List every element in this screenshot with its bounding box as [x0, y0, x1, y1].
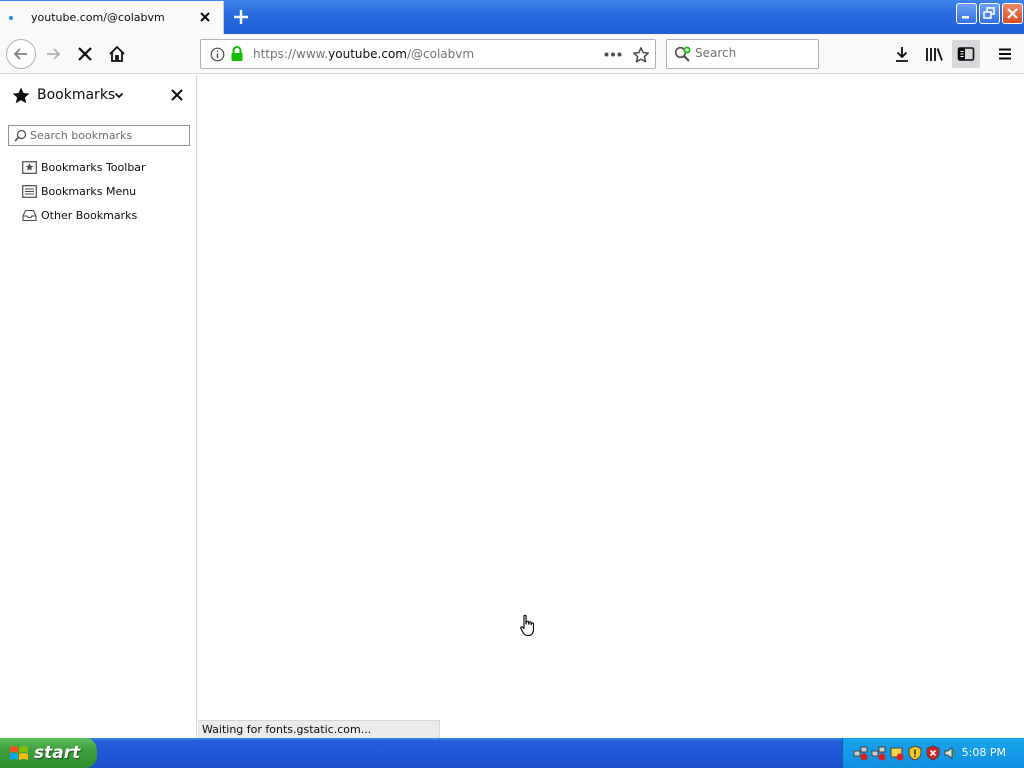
new-tab-button[interactable] — [230, 6, 252, 28]
system-tray: 5:08 PM — [842, 738, 1024, 768]
taskbar: start 5:08 PM — [0, 738, 1024, 768]
close-window-button[interactable] — [1002, 3, 1023, 24]
other-bookmarks-icon — [22, 209, 37, 221]
bookmarks-menu-icon — [22, 184, 37, 198]
taskbar-clock[interactable]: 5:08 PM — [962, 746, 1006, 759]
hand-cursor-icon — [520, 614, 535, 637]
minimize-button[interactable] — [956, 3, 977, 24]
windows-logo-icon — [10, 746, 28, 760]
navigation-toolbar: https://www.youtube.com/@colabvm — [0, 34, 1024, 74]
start-button[interactable]: start — [0, 738, 97, 768]
status-panel: Waiting for fonts.gstatic.com... — [198, 720, 440, 738]
url-prefix: https://www. — [253, 47, 329, 61]
back-arrow-icon — [13, 48, 27, 60]
start-label: start — [34, 743, 81, 763]
lock-icon[interactable] — [230, 46, 244, 62]
hamburger-menu-icon — [999, 48, 1011, 60]
bookmarks-search-input[interactable] — [30, 129, 185, 142]
home-icon — [109, 45, 125, 62]
sidebar-title[interactable]: Bookmarks — [37, 87, 115, 103]
bookmark-star-icon[interactable] — [632, 46, 650, 64]
bookmark-folder-toolbar[interactable]: Bookmarks Toolbar — [22, 157, 146, 177]
updates-tray-icon[interactable] — [889, 745, 905, 761]
chevron-down-icon[interactable] — [114, 92, 124, 99]
library-button[interactable] — [920, 40, 948, 68]
network-tray-icon[interactable] — [853, 745, 869, 761]
sidebar-icon — [957, 47, 975, 61]
page-actions-icon[interactable] — [604, 52, 622, 57]
shield-tray-icon[interactable] — [907, 745, 923, 761]
library-icon — [926, 48, 943, 61]
info-icon[interactable] — [210, 47, 225, 62]
menu-button[interactable] — [991, 40, 1019, 68]
close-sidebar-icon[interactable] — [170, 88, 184, 102]
tab-title: youtube.com/@colabvm — [31, 11, 165, 24]
network-tray-icon-2[interactable] — [871, 745, 887, 761]
star-icon — [12, 87, 30, 104]
bookmarks-search[interactable] — [8, 125, 190, 146]
volume-tray-icon[interactable] — [943, 745, 959, 761]
sidebar-header: Bookmarks — [0, 75, 197, 115]
download-icon — [896, 47, 908, 62]
tab-youtube[interactable]: youtube.com/@colabvm — [0, 1, 224, 34]
url-bar[interactable]: https://www.youtube.com/@colabvm — [200, 39, 656, 69]
bookmark-folder-label: Bookmarks Menu — [41, 184, 137, 198]
tab-loading-icon — [9, 15, 13, 20]
search-input[interactable] — [695, 46, 813, 60]
title-bar: youtube.com/@colabvm — [0, 0, 1024, 34]
bookmark-folder-menu[interactable]: Bookmarks Menu — [22, 181, 136, 201]
search-bar[interactable] — [666, 39, 819, 69]
stop-button[interactable] — [71, 40, 99, 68]
close-tab-icon[interactable] — [197, 9, 213, 25]
url-text: https://www.youtube.com/@colabvm — [253, 47, 474, 61]
page-content[interactable] — [198, 75, 1024, 738]
downloads-button[interactable] — [888, 40, 916, 68]
search-icon — [14, 129, 27, 142]
search-engine-icon[interactable] — [674, 46, 692, 63]
url-path: /@colabvm — [406, 47, 475, 61]
home-button[interactable] — [103, 40, 131, 68]
back-button[interactable] — [6, 39, 36, 69]
stop-icon — [78, 47, 92, 61]
security-center-tray-icon[interactable] — [925, 745, 941, 761]
bookmark-folder-label: Bookmarks Toolbar — [41, 160, 146, 174]
bookmarks-sidebar: Bookmarks Bookmarks Toolbar Bookmarks Me… — [0, 75, 197, 738]
forward-button[interactable] — [39, 40, 67, 68]
bookmark-folder-other[interactable]: Other Bookmarks — [22, 205, 137, 225]
sidebar-toggle-button[interactable] — [952, 40, 980, 68]
bookmark-folder-label: Other Bookmarks — [41, 208, 138, 222]
restore-button[interactable] — [979, 3, 1000, 24]
url-host: youtube.com — [328, 47, 407, 61]
bookmarks-toolbar-icon — [22, 160, 37, 174]
forward-arrow-icon — [47, 48, 61, 60]
